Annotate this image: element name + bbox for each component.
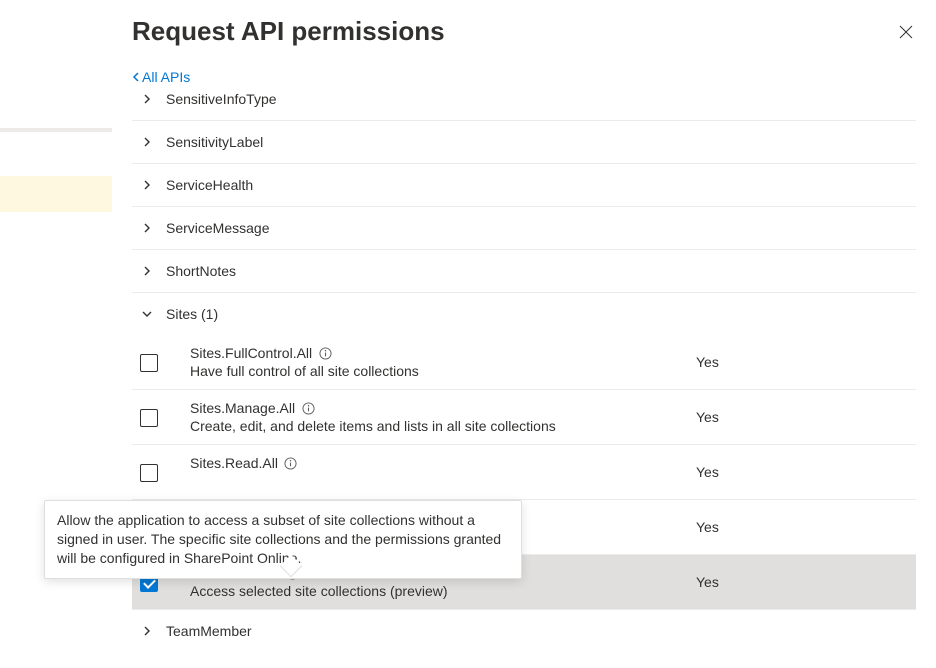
permission-row-read[interactable]: Sites.Read.All Read items in all site co… <box>132 445 916 500</box>
permission-desc: Have full control of all site collection… <box>190 363 696 379</box>
group-label: SensitivityLabel <box>166 134 263 150</box>
permission-name: Sites.FullControl.All <box>190 345 312 361</box>
group-label: ServiceHealth <box>166 177 253 193</box>
group-label: ShortNotes <box>166 263 236 279</box>
admin-consent: Yes <box>696 574 916 590</box>
chevron-right-icon <box>140 221 154 235</box>
chevron-right-icon <box>140 264 154 278</box>
page-title: Request API permissions <box>132 16 445 47</box>
admin-consent: Yes <box>696 519 916 535</box>
info-icon[interactable] <box>318 346 332 360</box>
permission-name: Sites.Manage.All <box>190 400 295 416</box>
group-sensitivitylabel[interactable]: SensitivityLabel <box>132 121 916 164</box>
group-servicemessage[interactable]: ServiceMessage <box>132 207 916 250</box>
breadcrumb-all-apis[interactable]: All APIs <box>132 69 190 85</box>
group-sensitiveinfotype[interactable]: SensitiveInfoType <box>132 89 916 121</box>
group-servicehealth[interactable]: ServiceHealth <box>132 164 916 207</box>
group-label: TeamMember <box>166 623 252 639</box>
breadcrumb-label: All APIs <box>142 69 190 85</box>
info-icon[interactable] <box>284 456 298 470</box>
permission-desc: Create, edit, and delete items and lists… <box>190 418 696 434</box>
close-icon <box>899 25 913 39</box>
group-label: SensitiveInfoType <box>166 91 277 107</box>
info-icon[interactable] <box>301 401 315 415</box>
tooltip-text: Allow the application to access a subset… <box>57 512 501 566</box>
permission-checkbox[interactable] <box>140 409 158 427</box>
admin-consent: Yes <box>696 464 916 480</box>
chevron-right-icon <box>140 92 154 106</box>
permission-desc: Access selected site collections (previe… <box>190 583 696 599</box>
chevron-right-icon <box>140 178 154 192</box>
permission-checkbox[interactable] <box>140 464 158 482</box>
permission-row-fullcontrol[interactable]: Sites.FullControl.All Have full control … <box>132 335 916 390</box>
chevron-left-icon <box>132 72 140 82</box>
chevron-down-icon <box>140 307 154 321</box>
permission-checkbox[interactable] <box>140 354 158 372</box>
group-label: ServiceMessage <box>166 220 270 236</box>
group-teammember[interactable]: TeamMember <box>132 610 916 652</box>
permission-row-manage[interactable]: Sites.Manage.All Create, edit, and delet… <box>132 390 916 445</box>
close-button[interactable] <box>896 22 916 42</box>
permission-name: Sites.Read.All <box>190 455 278 471</box>
admin-consent: Yes <box>696 354 916 370</box>
group-label: Sites (1) <box>166 306 218 322</box>
chevron-right-icon <box>140 624 154 638</box>
group-shortnotes[interactable]: ShortNotes <box>132 250 916 293</box>
chevron-right-icon <box>140 135 154 149</box>
panel-header: Request API permissions <box>132 0 936 57</box>
group-sites[interactable]: Sites (1) <box>132 293 916 335</box>
admin-consent: Yes <box>696 409 916 425</box>
